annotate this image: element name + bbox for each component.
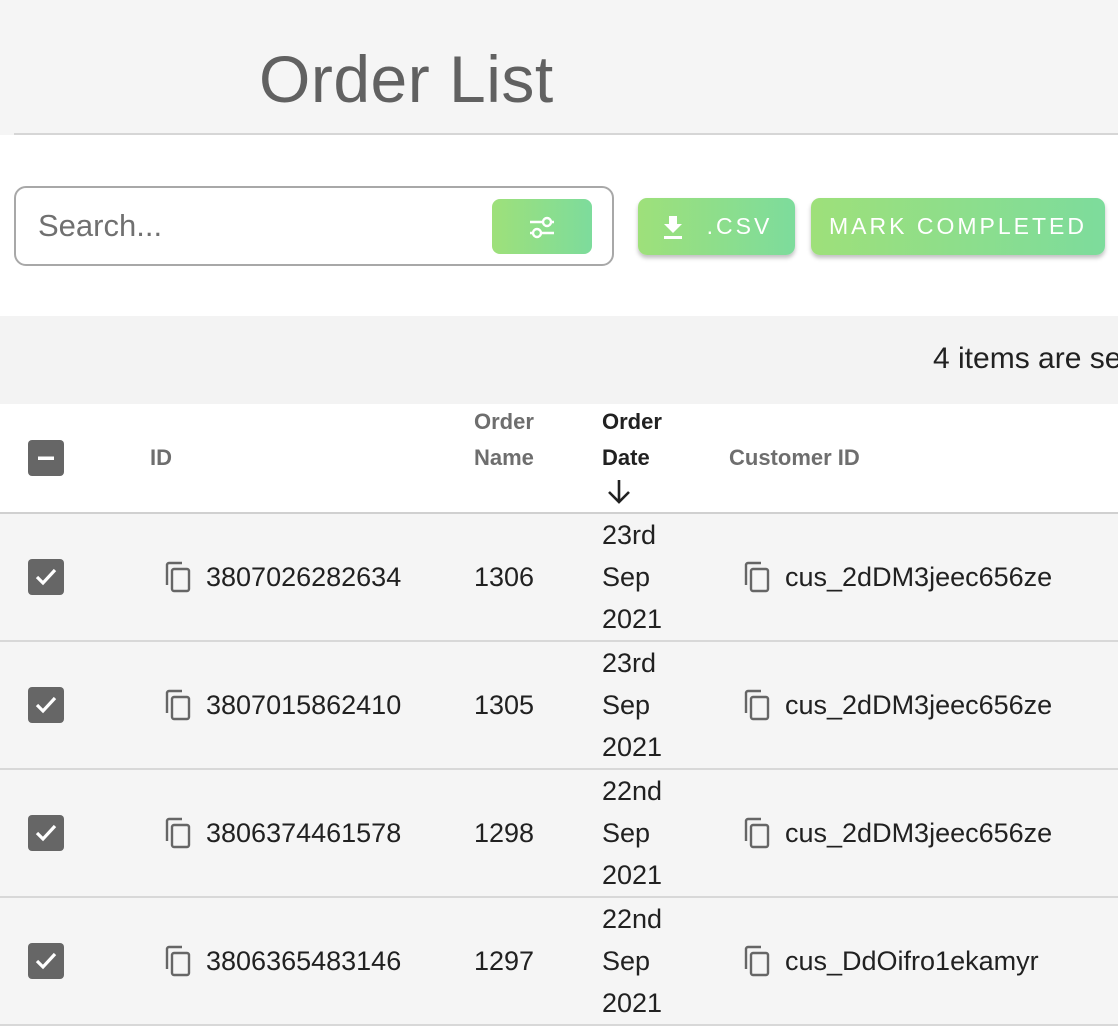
order-date-cell: 22nd Sep 2021 [602, 770, 682, 896]
sliders-icon [530, 216, 554, 238]
row-checkbox[interactable] [28, 559, 64, 595]
csv-export-label: .CSV [706, 213, 773, 239]
column-header-order-date-line2: Date [602, 445, 650, 470]
customer-id-cell: cus_2dDM3jeec656ze [785, 562, 1053, 592]
indeterminate-icon [38, 456, 54, 460]
search-box [14, 186, 614, 266]
copy-icon[interactable] [163, 945, 193, 977]
row-checkbox[interactable] [28, 943, 64, 979]
copy-icon[interactable] [742, 561, 772, 593]
checkmark-icon [35, 952, 57, 970]
order-date-day: 23rd [602, 520, 657, 550]
select-all-checkbox[interactable] [28, 440, 64, 476]
table-row[interactable]: 3807015862410 1305 23rd Sep 2021 cus_2dD… [0, 642, 1118, 770]
order-id-cell: 3806365483146 [206, 946, 402, 976]
checkmark-icon [35, 824, 57, 842]
column-header-order-name-line1: Order [474, 409, 534, 434]
row-checkbox[interactable] [28, 815, 64, 851]
order-name-cell: 1297 [474, 946, 535, 976]
checkmark-icon [35, 696, 57, 714]
order-date-cell: 23rd Sep 2021 [602, 642, 682, 768]
arrow-down-icon [608, 480, 630, 504]
order-date-cell: 22nd Sep 2021 [602, 898, 682, 1024]
table-row[interactable]: 3806365483146 1297 22nd Sep 2021 cus_DdO… [0, 898, 1118, 1026]
copy-icon[interactable] [163, 817, 193, 849]
customer-id-cell: cus_2dDM3jeec656ze [785, 690, 1053, 720]
order-id-cell: 3807026282634 [206, 562, 402, 592]
row-checkbox[interactable] [28, 687, 64, 723]
customer-id-cell: cus_2dDM3jeec656ze [785, 818, 1053, 848]
column-header-order-name[interactable]: Order Name [474, 404, 534, 476]
table-row[interactable]: 3806374461578 1298 22nd Sep 2021 cus_2dD… [0, 770, 1118, 898]
copy-icon[interactable] [742, 945, 772, 977]
order-date-day: 22nd [602, 776, 663, 806]
order-date-month: Sep [602, 946, 651, 976]
copy-icon[interactable] [742, 689, 772, 721]
order-date-cell: 23rd Sep 2021 [602, 514, 682, 640]
order-name-cell: 1298 [474, 818, 535, 848]
table-header: ID Order Name Order Date Customer ID [0, 404, 1118, 514]
order-date-day: 23rd [602, 648, 657, 678]
order-id-cell: 3806374461578 [206, 818, 402, 848]
order-date-month: Sep [602, 690, 651, 720]
order-id-cell: 3807015862410 [206, 690, 402, 720]
order-date-year: 2021 [602, 860, 663, 890]
order-name-cell: 1305 [474, 690, 535, 720]
page-header: Order List [0, 0, 1118, 135]
download-icon [663, 215, 682, 239]
order-date-month: Sep [602, 818, 651, 848]
column-header-order-date[interactable]: Order Date [602, 404, 662, 517]
checkmark-icon [35, 568, 57, 586]
order-date-month: Sep [602, 562, 651, 592]
header-divider [14, 133, 1118, 135]
customer-id-cell: cus_DdOifro1ekamyr [785, 946, 1039, 976]
copy-icon[interactable] [163, 561, 193, 593]
column-header-id[interactable]: ID [150, 440, 172, 476]
csv-export-button[interactable]: .CSV [638, 198, 795, 255]
column-header-customer-id[interactable]: Customer ID [729, 440, 860, 476]
order-name-cell: 1306 [474, 562, 535, 592]
copy-icon[interactable] [742, 817, 772, 849]
column-header-order-date-line1: Order [602, 409, 662, 434]
order-date-day: 22nd [602, 904, 663, 934]
page-title: Order List [259, 42, 554, 116]
selection-bar: 4 items are se [0, 316, 1118, 404]
search-input[interactable] [38, 204, 478, 248]
selection-count-text: 4 items are se [933, 342, 1118, 375]
order-date-year: 2021 [602, 732, 663, 762]
order-date-year: 2021 [602, 988, 663, 1018]
mark-completed-button[interactable]: MARK COMPLETED [811, 198, 1105, 255]
filter-button[interactable] [492, 199, 592, 254]
table-row[interactable]: 3807026282634 1306 23rd Sep 2021 cus_2dD… [0, 514, 1118, 642]
column-header-order-name-line2: Name [474, 445, 534, 470]
copy-icon[interactable] [163, 689, 193, 721]
order-date-year: 2021 [602, 604, 663, 634]
